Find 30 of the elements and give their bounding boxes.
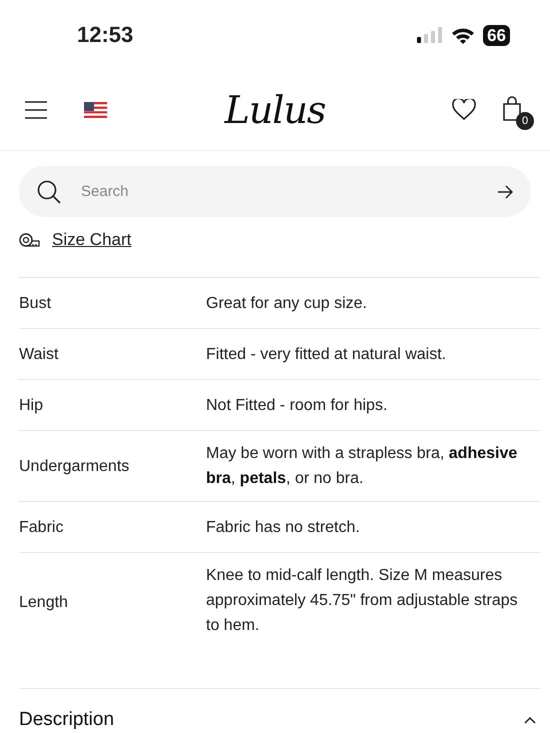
fit-label: Length	[19, 593, 69, 613]
arrow-right-icon[interactable]	[497, 184, 513, 198]
fit-description: Fitted - very fitted at natural waist.	[206, 344, 448, 364]
size-chart-link[interactable]: Size Chart	[52, 230, 132, 250]
fit-label: Waist	[19, 344, 60, 364]
cart-count-badge: 0	[516, 112, 534, 130]
fit-description: Fabric has no stretch.	[206, 518, 361, 538]
chevron-up-icon[interactable]	[524, 716, 536, 724]
measuring-tape-icon	[19, 232, 40, 248]
menu-icon[interactable]	[24, 101, 48, 119]
section-title[interactable]: Description	[19, 709, 114, 731]
fit-label: Undergarments	[19, 456, 130, 476]
heart-icon[interactable]	[452, 99, 476, 121]
brand-logo[interactable]: Lulus	[224, 88, 326, 132]
fit-description: Not Fitted - room for hips.	[206, 396, 388, 416]
search-icon	[37, 180, 61, 204]
status-time: 12:53	[77, 22, 134, 48]
search-bar[interactable]: Search	[19, 166, 531, 217]
signal-icon	[417, 27, 444, 43]
wifi-icon	[451, 26, 476, 44]
flag-icon[interactable]	[84, 102, 107, 118]
fit-label: Fabric	[19, 518, 64, 538]
search-input[interactable]: Search	[79, 182, 479, 201]
shopping-bag-icon[interactable]	[502, 96, 522, 122]
fit-label: Bust	[19, 294, 52, 314]
fit-description: Great for any cup size.	[206, 294, 368, 314]
fit-label: Hip	[19, 396, 44, 416]
fit-description: May be worn with a strapless bra, adhesive bra, petals, or no bra.	[206, 444, 518, 489]
battery-indicator: 66	[483, 24, 510, 46]
fit-description: Knee to mid-calf length. Size M measures approximately 45.75" from adjustable straps to hem.	[206, 566, 519, 636]
